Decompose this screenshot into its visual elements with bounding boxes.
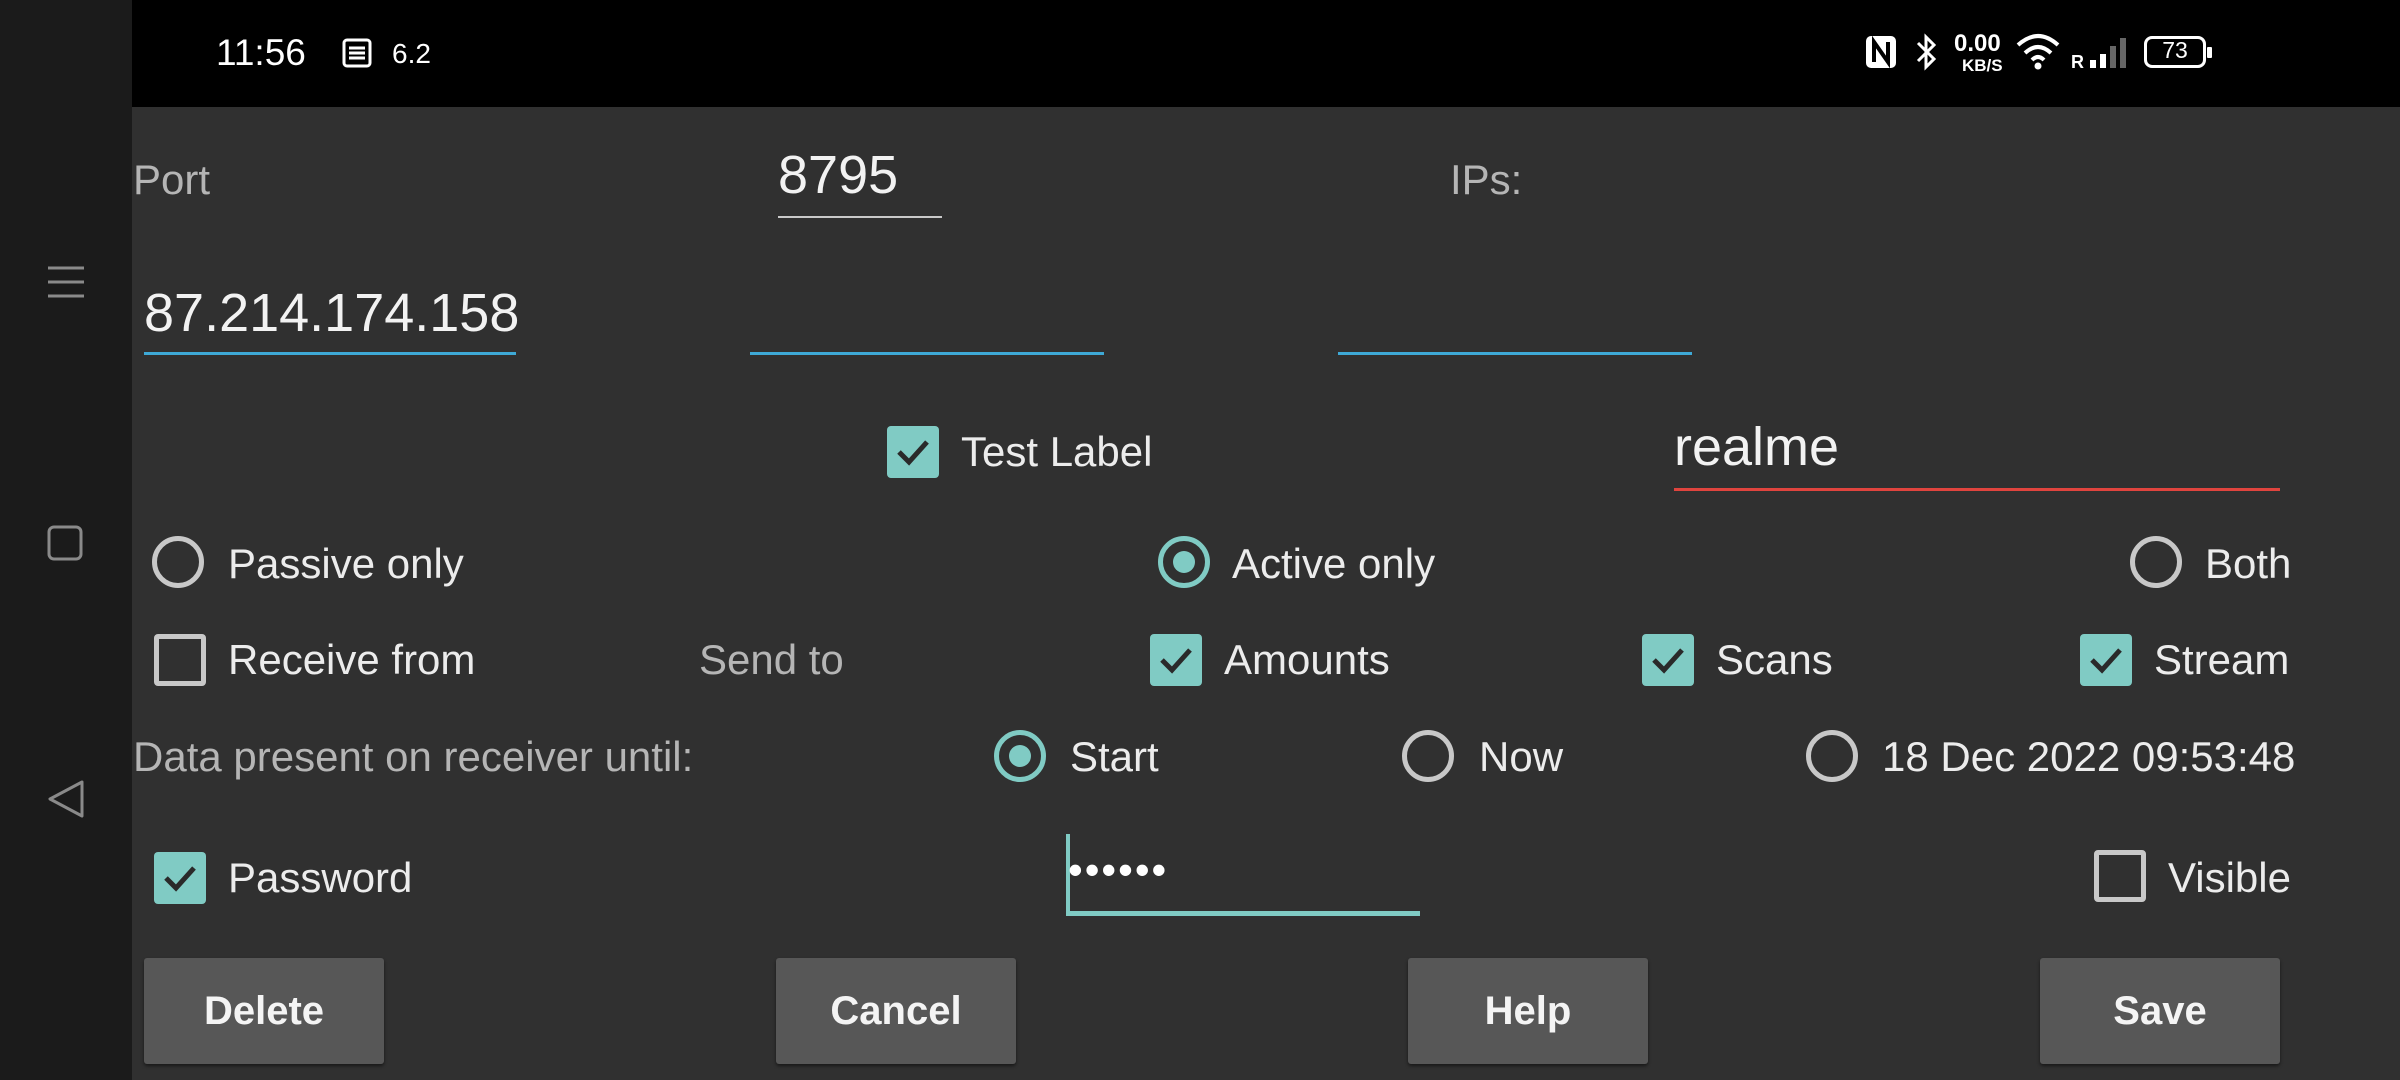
radio-passive-only-label: Passive only [228,540,464,587]
port-input-underline [778,216,942,218]
data-speed: 0.00 [1954,30,2001,57]
radio-active-only[interactable] [1158,536,1210,588]
send-amounts-label: Amounts [1224,636,1390,683]
send-scans-label: Scans [1716,636,1833,683]
checkmark-icon [1652,648,1684,674]
password-input-underline [1066,911,1420,916]
signal-icon [2088,36,2128,75]
wifi-icon [2016,33,2060,76]
battery-icon: 73 [2144,36,2212,68]
nfc-icon [1864,34,1898,75]
checkmark-icon [897,440,929,466]
data-unit: KB/S [1962,56,2003,75]
radio-until-date[interactable] [1806,730,1858,782]
notification-list-icon [342,38,372,73]
help-button[interactable]: Help [1408,958,1648,1064]
menu-icon[interactable] [46,262,86,307]
radio-passive-only[interactable] [152,536,204,588]
ip-field-2-underline[interactable] [750,352,1104,355]
send-stream-checkbox[interactable] [2080,634,2132,686]
home-square-icon[interactable] [46,524,84,567]
radio-until-start-label: Start [1070,733,1159,780]
checkmark-icon [1160,648,1192,674]
device-name-underline [1674,488,2280,491]
visible-label: Visible [2168,854,2291,901]
delete-button[interactable]: Delete [144,958,384,1064]
password-checkbox[interactable] [154,852,206,904]
port-label: Port [133,156,211,203]
send-to-label: Send to [699,636,844,683]
password-label: Password [228,854,413,901]
data-present-label: Data present on receiver until: [133,733,694,780]
ip-field-3-underline[interactable] [1338,352,1692,355]
test-label-checkbox[interactable] [887,426,939,478]
ip-address-underline [144,352,516,355]
status-bar: 11:56 6.2 0.00 KB/S R 73 [132,0,2400,107]
save-button[interactable]: Save [2040,958,2280,1064]
receive-from-label: Receive from [228,636,476,683]
notification-value: 6.2 [392,38,431,69]
radio-both[interactable] [2130,536,2182,588]
radio-until-now[interactable] [1402,730,1454,782]
checkmark-icon [164,866,196,892]
cancel-button[interactable]: Cancel [776,958,1016,1064]
visible-checkbox[interactable] [2094,850,2146,902]
back-triangle-icon[interactable] [46,778,86,825]
system-nav-bar [0,0,132,1080]
ip-address-input[interactable]: 87.214.174.158 [144,282,519,344]
radio-until-now-label: Now [1479,733,1564,780]
battery-level: 73 [2162,37,2188,63]
checkmark-icon [2090,648,2122,674]
password-input[interactable]: •••••• [1068,846,1168,894]
bluetooth-icon [1912,32,1942,77]
send-stream-label: Stream [2154,636,2290,683]
clock: 11:56 [216,32,306,73]
port-input[interactable]: 8795 [778,144,898,206]
test-label-text: Test Label [961,428,1153,475]
send-scans-checkbox[interactable] [1642,634,1694,686]
ips-label: IPs: [1450,156,1523,203]
radio-both-label: Both [2205,540,2292,587]
radio-until-date-label: 18 Dec 2022 09:53:48 [1882,733,2296,780]
device-name-input[interactable]: realme [1674,416,1839,478]
radio-until-start[interactable] [994,730,1046,782]
radio-active-only-label: Active only [1232,540,1436,587]
roaming-indicator: R [2071,52,2084,72]
receive-from-checkbox[interactable] [154,634,206,686]
send-amounts-checkbox[interactable] [1150,634,1202,686]
